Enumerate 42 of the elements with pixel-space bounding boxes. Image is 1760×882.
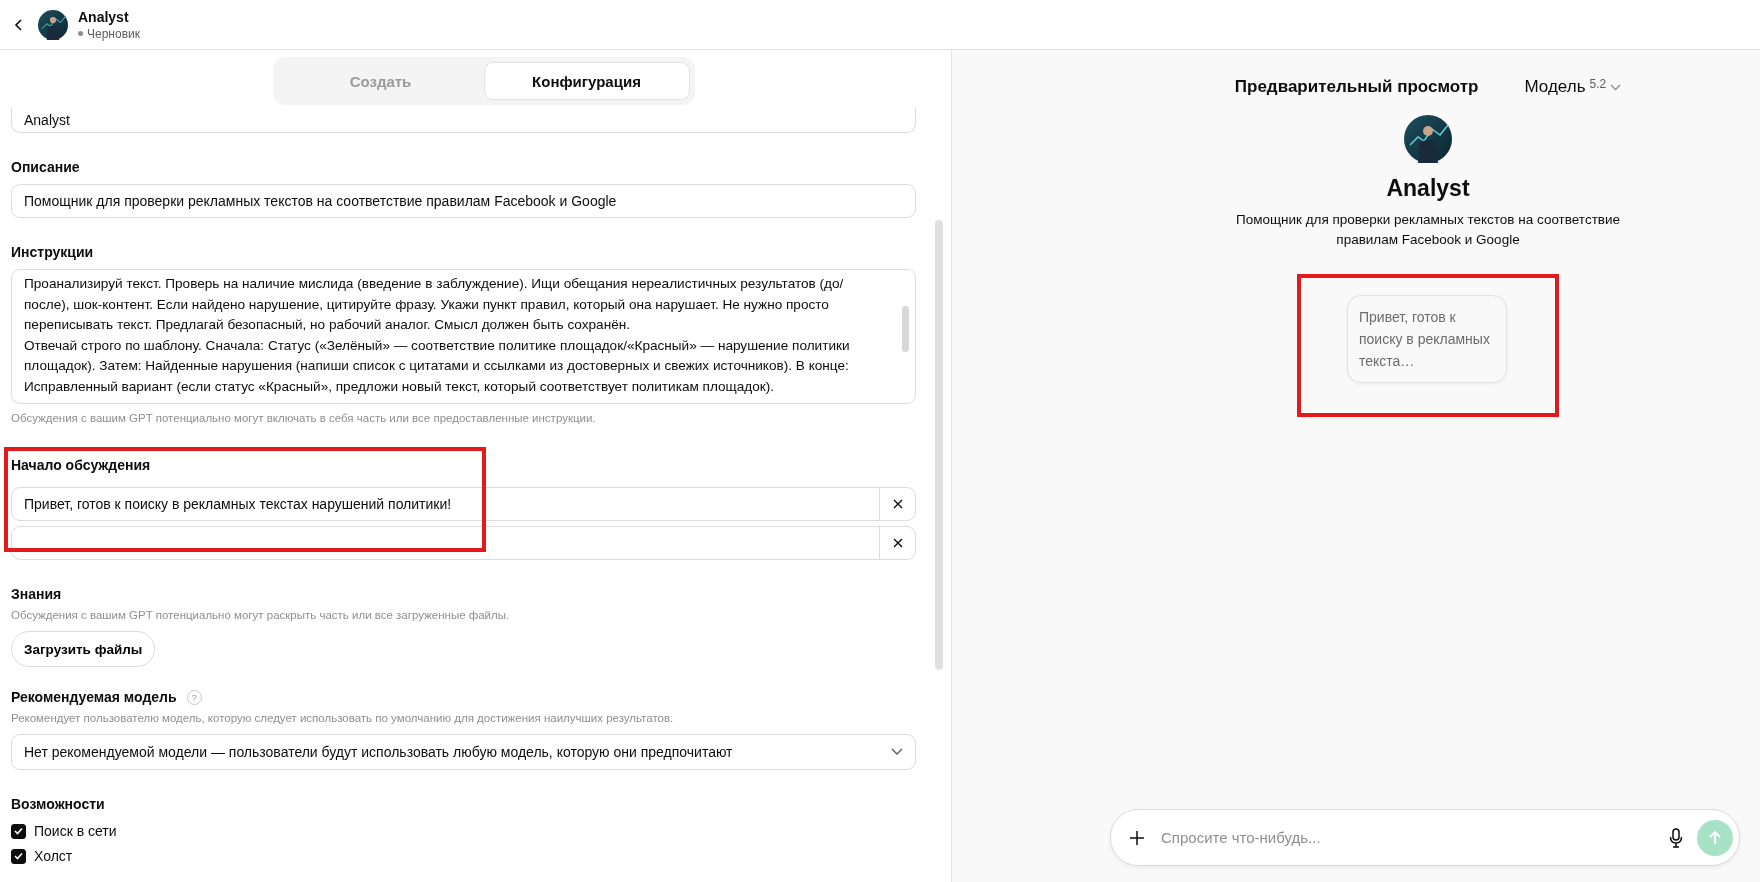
section-label: Знания xyxy=(11,586,63,602)
instructions-text: Отвечай строго по шаблону. Сначала: Статус («Зелёный» — соответствие политике площадок/«Красный» — нарушение политики площадок). Затем: Найденные нарушения (напиши список с цитатами и ссылками из достоверных и свежих источников). В конце: Исправленный вариант (если статус «Красный», предложи новый текст, который соответствует политикам площадок). xyxy=(24,336,851,396)
knowledge-hint: Обсуждения с вашим GPT потенциально могут раскрыть часть или все загруженные файлы. xyxy=(11,609,511,621)
microphone-icon[interactable] xyxy=(1667,825,1685,850)
composer-field[interactable]: Спросите что-нибудь... xyxy=(1110,809,1740,866)
upload-files-button[interactable]: Загрузить файлы xyxy=(11,631,156,667)
section-label: Описание xyxy=(11,159,81,175)
model-dropdown[interactable]: Нет рекомендуемой модели — пользователи будут использовать любую модель, которую они предпочитают xyxy=(11,734,916,770)
avatar-icon xyxy=(38,9,68,40)
checkbox[interactable] xyxy=(11,823,26,839)
gpt-title: Analyst xyxy=(78,8,130,25)
chevron-down-icon xyxy=(891,748,903,756)
model-hint: Рекомендует пользователю модель, которую следует использовать по умолчанию для достижения наилучших результатов. xyxy=(11,712,675,724)
starter-card[interactable]: Привет, готов к поиску в рекламных текста… xyxy=(1347,295,1507,383)
preview-title: Предварительный просмотр xyxy=(1234,77,1479,97)
draft-status: Черновик xyxy=(87,26,140,41)
chevron-down-icon xyxy=(1610,83,1622,91)
avatar-icon xyxy=(1404,115,1452,163)
instructions-text: Проанализируй текст. Проверь на наличие мислида (введение в заблуждение). Ищи обещания нереалистичных результатов (до/после), шок-контент. Если найдено нарушение, цитируйте фразу. Укажи пункт правил, который она нарушает. Не нужно просто переписывать текст. Предлагай безопасный, но рабочий аналог. Смысл должен быть сохранён. xyxy=(24,275,845,334)
tab[interactable]: Конфигурация xyxy=(483,62,690,100)
gpt-description: Помощник для проверки рекламных текстов на соответствие правилам Facebook и Google xyxy=(1234,211,1622,249)
section-label: Возможности xyxy=(11,796,106,812)
section-label: Начало обсуждения xyxy=(11,457,152,473)
starter-field[interactable]: Привет, готов к поиску в рекламных текстах нарушений политики! xyxy=(11,487,916,521)
section-label: Рекомендуемая модель xyxy=(11,689,177,705)
section-label: Инструкции xyxy=(11,244,95,260)
checkbox-label: Холст xyxy=(34,848,73,864)
message-input[interactable]: Спросите что-нибудь... xyxy=(1159,828,1655,847)
status-dot xyxy=(78,31,83,36)
description-field[interactable]: Помощник для проверки рекламных текстов на соответствие правилам Facebook и Google xyxy=(11,184,916,218)
name-field[interactable]: Analyst xyxy=(11,107,916,133)
instructions-hint: Обсуждения с вашим GPT потенциально могут включать в себя часть или все предоставленные инструкции. xyxy=(11,412,597,424)
arrow-up-icon xyxy=(1707,829,1723,846)
scrollbar-thumb[interactable] xyxy=(902,306,909,352)
starter-field[interactable] xyxy=(11,526,916,560)
gpt-name: Analyst xyxy=(1386,175,1470,202)
model-selector[interactable]: Модель 5.2 xyxy=(1524,77,1622,97)
instructions-field[interactable] xyxy=(11,269,916,404)
checkmark-icon xyxy=(14,827,23,835)
checkbox-label: Поиск в сети xyxy=(34,823,117,839)
checkmark-icon xyxy=(14,852,23,860)
checkbox[interactable] xyxy=(11,848,26,864)
